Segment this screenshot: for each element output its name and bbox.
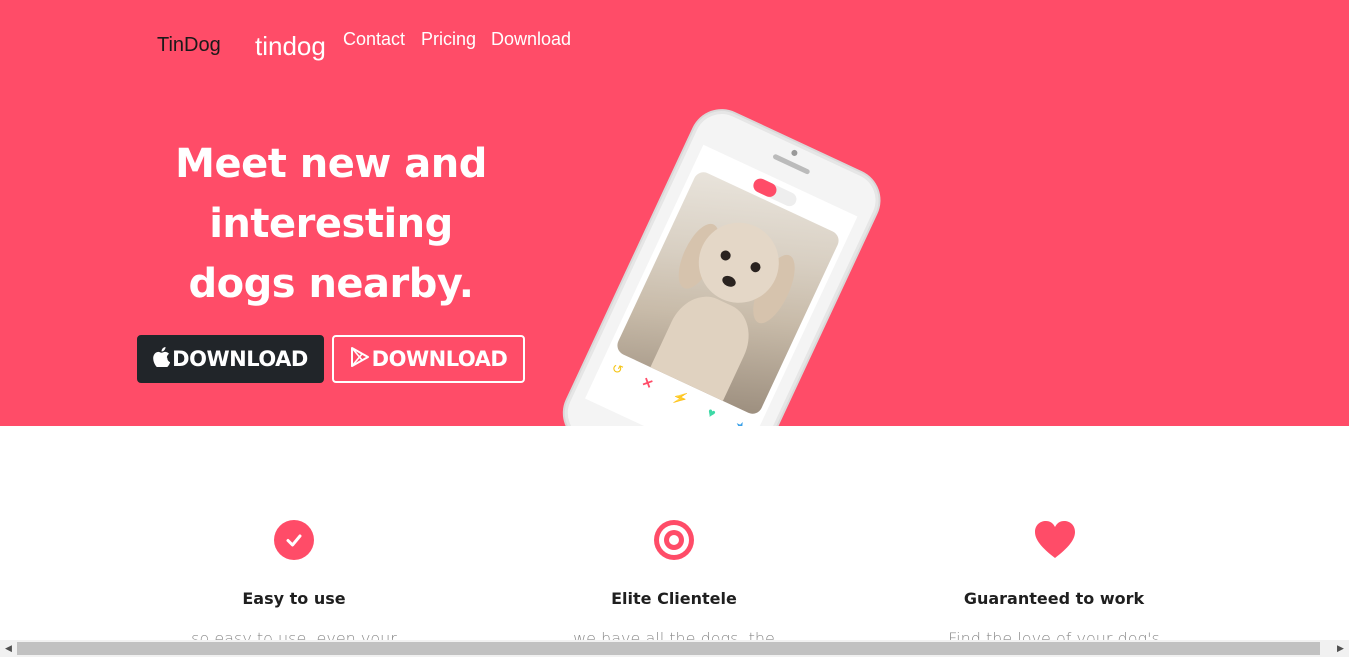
app-store-download-button[interactable]: DOWNLOAD: [137, 335, 324, 383]
rewind-icon: ↺: [609, 359, 626, 378]
like-icon: ♥: [704, 404, 719, 422]
hero-headline: Meet new and interesting dogs nearby.: [170, 134, 492, 314]
headline-line: Meet new and: [175, 141, 487, 187]
check-circle-icon: [274, 520, 314, 560]
scroll-left-arrow-icon[interactable]: ◀: [0, 640, 17, 657]
nav-link-contact[interactable]: Contact: [343, 29, 405, 50]
nav-link-download[interactable]: Download: [491, 29, 571, 50]
headline-line: dogs nearby.: [188, 261, 474, 307]
phone-speaker: [772, 153, 811, 175]
hero-section: TinDog tindog Contact Pricing Download M…: [0, 0, 1349, 426]
scrollbar-thumb[interactable]: [17, 642, 1320, 655]
play-store-icon: [350, 346, 370, 372]
google-play-button-label: DOWNLOAD: [371, 347, 508, 371]
apple-icon: [153, 346, 171, 372]
nav-link-pricing[interactable]: Pricing: [421, 29, 476, 50]
feature-elite-clientele: Elite Clientele we have all the dogs, th…: [524, 520, 824, 648]
nope-icon: ✕: [639, 373, 656, 393]
feature-easy-to-use: Easy to use so easy to use, even your: [144, 520, 444, 648]
headline-line: interesting: [209, 201, 453, 247]
superlike-icon: ★: [732, 417, 749, 426]
phone-mockup: ↺ ✕ ⚡ ♥ ★: [554, 101, 889, 426]
feature-title: Elite Clientele: [611, 589, 737, 608]
feature-guaranteed: Guaranteed to work Find the love of your…: [904, 520, 1204, 648]
scroll-right-arrow-icon[interactable]: ▶: [1332, 640, 1349, 657]
boost-icon: ⚡: [669, 387, 691, 409]
google-play-download-button[interactable]: DOWNLOAD: [332, 335, 525, 383]
heart-icon: [1034, 520, 1075, 560]
navbar-brand[interactable]: TinDog: [157, 34, 221, 57]
feature-title: Easy to use: [242, 589, 346, 608]
phone-frame: ↺ ✕ ⚡ ♥ ★: [554, 101, 889, 426]
phone-screen: ↺ ✕ ⚡ ♥ ★: [585, 144, 858, 426]
navbar-brand-secondary[interactable]: tindog: [255, 31, 326, 62]
app-store-button-label: DOWNLOAD: [172, 347, 308, 371]
bullseye-icon: [654, 520, 694, 560]
horizontal-scrollbar[interactable]: ◀ ▶: [0, 640, 1349, 657]
feature-title: Guaranteed to work: [963, 589, 1145, 608]
phone-camera: [790, 148, 799, 157]
